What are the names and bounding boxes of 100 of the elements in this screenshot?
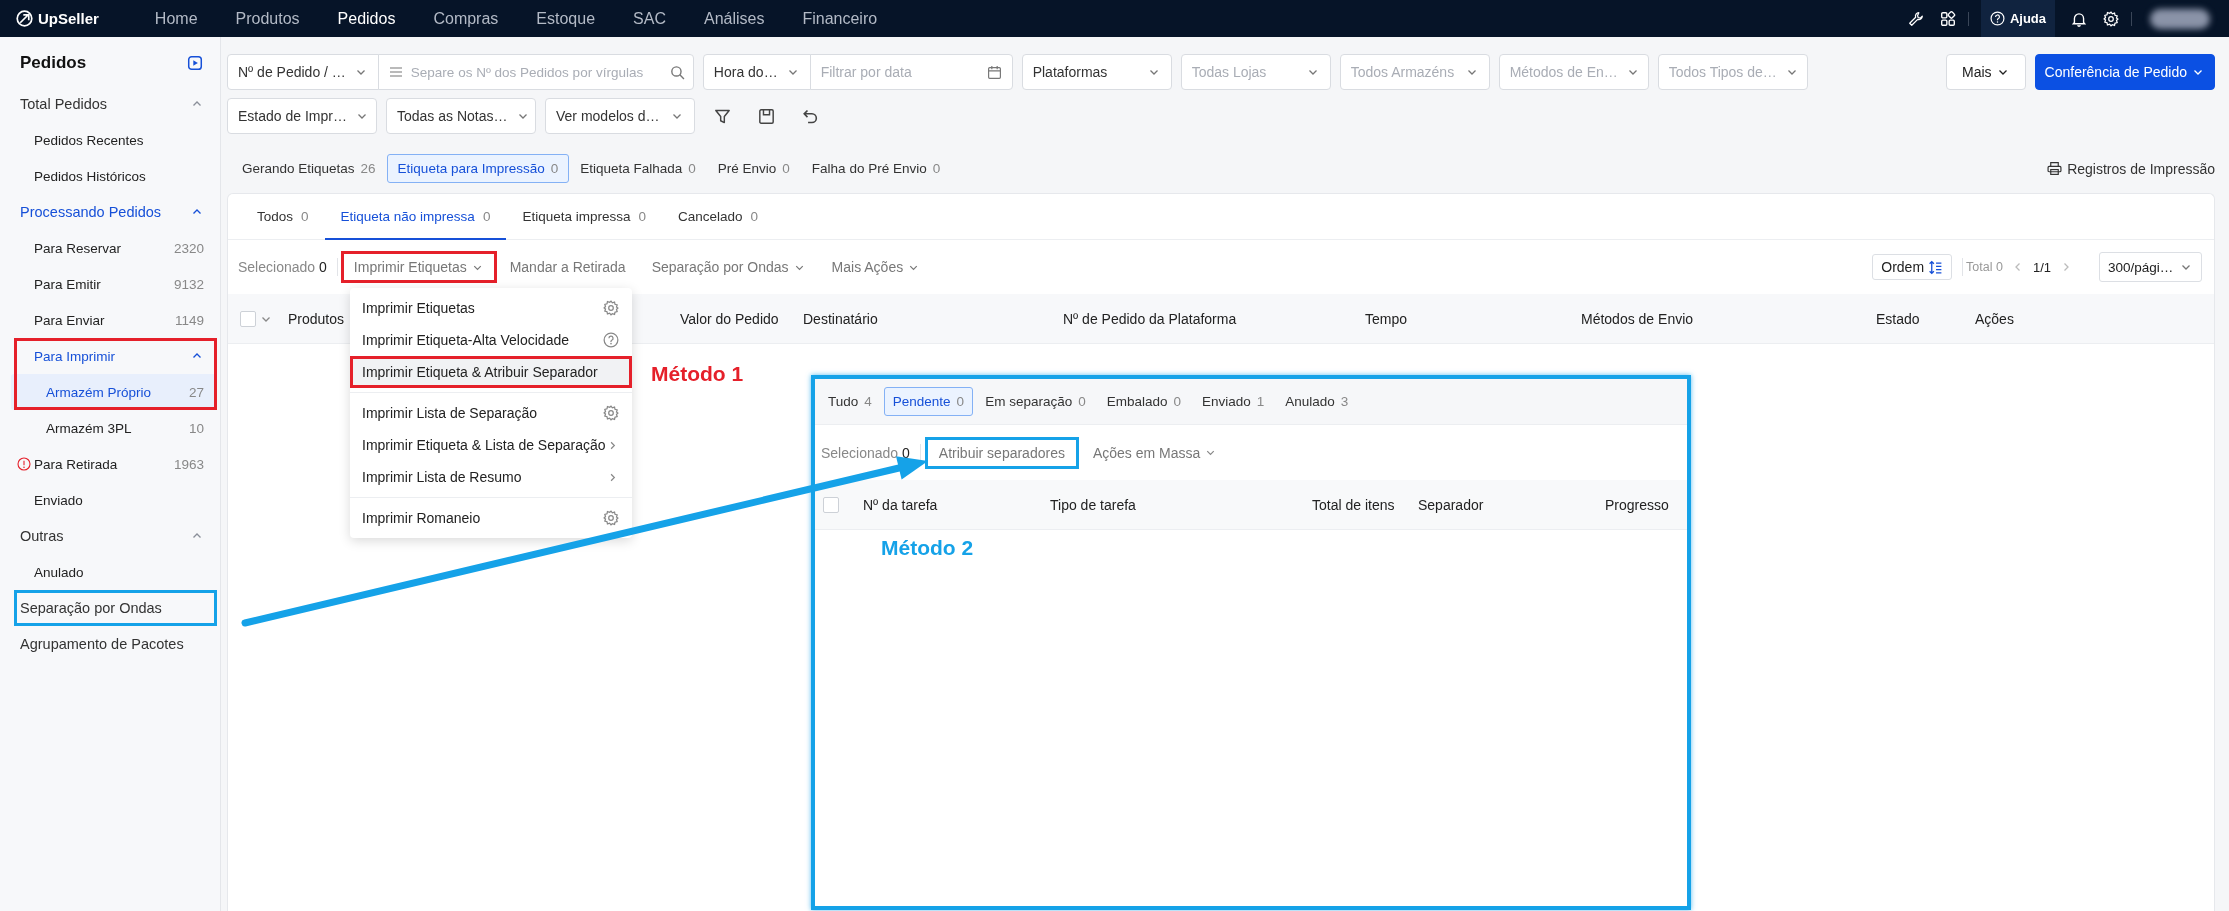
column-header: Valor do Pedido xyxy=(680,310,780,327)
menu-item[interactable]: Imprimir Etiquetas xyxy=(350,292,632,324)
action-button[interactable]: Atribuir separadores xyxy=(924,436,1079,469)
menu-item[interactable]: Imprimir Lista de Resumo xyxy=(350,461,632,493)
tab[interactable]: Etiqueta impressa 0 xyxy=(506,194,662,240)
help-icon xyxy=(1989,11,2005,26)
column-header: Progresso xyxy=(1605,496,1669,513)
select-field[interactable]: Plataformas xyxy=(1021,54,1172,90)
calendar-icon[interactable] xyxy=(986,64,1002,80)
search-field[interactable]: Separe os Nº dos Pedidos por vírgulas xyxy=(410,64,662,80)
wrench-icon[interactable] xyxy=(1907,10,1924,27)
tab[interactable]: Pendente 0 xyxy=(883,387,974,416)
nav-link[interactable]: Pedidos xyxy=(337,9,396,28)
sidebar-item[interactable]: Anulado xyxy=(11,554,216,590)
search-icon[interactable] xyxy=(669,64,685,80)
action-button[interactable]: Separação por Ondas xyxy=(638,251,819,283)
menu-item[interactable]: Imprimir Etiqueta-Alta Velocidade xyxy=(350,324,632,356)
selection-count: 0 xyxy=(902,444,910,461)
sidebar-item[interactable]: Para Reservar 2320 xyxy=(11,230,216,266)
status-tab[interactable]: Etiqueta para Impressão 0 xyxy=(386,154,570,183)
selection-count: 0 xyxy=(319,259,327,275)
action-button[interactable]: Imprimir Etiquetas xyxy=(340,251,497,283)
status-tab[interactable]: Gerando Etiquetas 26 xyxy=(231,154,387,183)
action-button[interactable]: Mais Ações xyxy=(818,251,934,283)
tab[interactable]: Enviado 1 xyxy=(1193,387,1274,416)
collapse-icon[interactable] xyxy=(187,55,203,71)
column-header: Total de itens xyxy=(1312,496,1396,513)
apps-icon[interactable] xyxy=(1939,10,1956,27)
column-header: Produtos xyxy=(288,310,346,327)
nav-link[interactable]: Home xyxy=(154,9,198,28)
select-field[interactable]: Estado de Impr… xyxy=(227,98,377,134)
nav-link[interactable]: Produtos xyxy=(235,9,300,28)
sidebar-item[interactable]: Pedidos Históricos xyxy=(11,158,216,194)
sidebar-title: Pedidos xyxy=(20,53,87,73)
tab[interactable]: Tudo 4 xyxy=(819,387,881,416)
print-log-link[interactable]: Registros de Impressão xyxy=(2047,160,2215,177)
status-tab[interactable]: Pré Envio 0 xyxy=(706,154,801,183)
tab[interactable]: Anulado 3 xyxy=(1276,387,1358,416)
sidebar-item[interactable]: Para Emitir 9132 xyxy=(11,266,216,302)
sidebar-item[interactable]: Armazém Próprio 27 xyxy=(11,374,216,410)
tab[interactable]: Cancelado 0 xyxy=(661,194,775,240)
menu-item[interactable]: Imprimir Etiqueta & Atribuir Separador xyxy=(350,356,632,388)
page-number: 1/1 xyxy=(2032,259,2051,275)
save-icon[interactable] xyxy=(758,107,775,125)
checkbox[interactable] xyxy=(823,496,839,513)
nav-link[interactable]: Compras xyxy=(433,9,499,28)
checkbox[interactable] xyxy=(240,310,256,327)
total-count: Total 0 xyxy=(1966,260,2003,274)
annotation-label: Método 1 xyxy=(651,362,744,386)
select-field[interactable]: Nº de Pedido / … xyxy=(227,54,379,90)
status-tab[interactable]: Etiqueta Falhada 0 xyxy=(569,154,707,183)
column-header: Nº da tarefa xyxy=(863,496,939,513)
tab[interactable]: Em separação 0 xyxy=(976,387,1095,416)
menu-item[interactable]: Imprimir Romaneio xyxy=(350,502,632,534)
help-button[interactable]: Ajuda xyxy=(1980,0,2055,37)
sort-icon xyxy=(1928,259,1944,275)
column-header: Separador xyxy=(1418,496,1485,513)
sidebar-item[interactable]: Para Imprimir xyxy=(11,338,216,374)
select-field[interactable]: Ver modelos d… xyxy=(545,98,695,134)
page-size-select[interactable]: 300/pági… xyxy=(2099,252,2202,282)
nav-link[interactable]: Financeiro xyxy=(802,9,878,28)
sidebar-item[interactable]: Processando Pedidos xyxy=(11,194,216,230)
sidebar-item[interactable]: Para Enviar 1149 xyxy=(11,302,216,338)
undo-icon[interactable] xyxy=(802,107,819,125)
nav-link[interactable]: SAC xyxy=(633,9,666,28)
list-icon xyxy=(388,65,403,79)
sort-button[interactable]: Ordem xyxy=(1872,254,1953,280)
filter-icon[interactable] xyxy=(714,107,731,125)
sidebar-item[interactable]: Pedidos Recentes xyxy=(11,122,216,158)
tab[interactable]: Etiqueta não impressa 0 xyxy=(324,194,507,240)
blurred-account-badge[interactable] xyxy=(2150,8,2210,29)
help-icon xyxy=(603,332,619,348)
nav-link[interactable]: Análises xyxy=(703,9,765,28)
more-button[interactable]: Mais xyxy=(1946,54,2026,90)
sidebar-item[interactable]: Separação por Ondas xyxy=(11,590,216,626)
action-button[interactable]: Ações em Massa xyxy=(1078,436,1232,469)
selection-label: Selecionado xyxy=(821,444,899,461)
status-tab[interactable]: Falha do Pré Envio 0 xyxy=(800,154,952,183)
action-button[interactable]: Mandar a Retirada xyxy=(496,251,639,283)
sidebar-item[interactable]: Para Retirada 1963 xyxy=(11,446,216,482)
search-bar[interactable]: Separe os Nº dos Pedidos por vírgulas xyxy=(377,54,694,90)
column-header: Ações xyxy=(1975,310,2014,327)
menu-item[interactable]: Imprimir Lista de Separação xyxy=(350,397,632,429)
select-field[interactable]: Todas as Notas… xyxy=(386,98,536,134)
tab[interactable]: Embalado 0 xyxy=(1097,387,1190,416)
tab[interactable]: Todos 0 xyxy=(241,194,325,240)
sidebar-item[interactable]: Agrupamento de Pacotes xyxy=(11,626,216,662)
sidebar-item[interactable]: Total Pedidos xyxy=(11,86,216,122)
sidebar-item[interactable]: Armazém 3PL 10 xyxy=(11,410,216,446)
select-field[interactable]: Hora do… xyxy=(702,54,811,90)
date-bar[interactable]: Filtrar por data xyxy=(809,54,1013,90)
bell-icon[interactable] xyxy=(2071,10,2087,27)
date-field[interactable]: Filtrar por data xyxy=(820,64,979,80)
column-header: Tipo de tarefa xyxy=(1050,496,1137,513)
column-header: Destinatário xyxy=(803,310,879,327)
menu-item[interactable]: Imprimir Etiqueta & Lista de Separação xyxy=(350,429,632,461)
sidebar-item[interactable]: Enviado xyxy=(11,482,216,518)
sidebar-item[interactable]: Outras xyxy=(11,518,216,554)
nav-link[interactable]: Estoque xyxy=(536,9,596,28)
primary-button[interactable]: Conferência de Pedido xyxy=(2034,54,2215,90)
